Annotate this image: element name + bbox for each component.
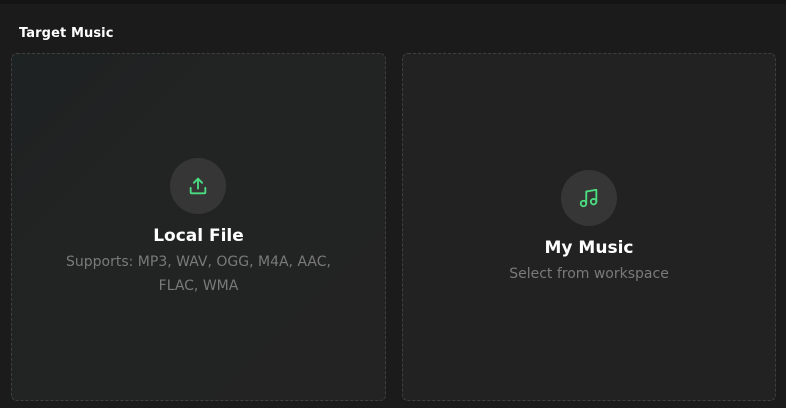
section-title: Target Music <box>19 26 114 41</box>
local-file-card[interactable]: Local File Supports: MP3, WAV, OGG, M4A,… <box>11 53 386 401</box>
my-music-title: My Music <box>544 238 634 258</box>
music-note-icon-container <box>561 170 617 226</box>
my-music-card[interactable]: My Music Select from workspace <box>402 53 776 401</box>
my-music-subtitle: Select from workspace <box>509 266 669 282</box>
upload-icon <box>189 177 207 195</box>
upload-icon-container <box>170 158 226 214</box>
target-music-panel: Target Music Local File Supports: MP3, W… <box>0 0 786 408</box>
music-note-icon <box>579 188 598 208</box>
top-divider <box>0 0 786 4</box>
local-file-title: Local File <box>153 226 244 246</box>
local-file-formats: Supports: MP3, WAV, OGG, M4A, AAC, FLAC,… <box>66 254 331 294</box>
